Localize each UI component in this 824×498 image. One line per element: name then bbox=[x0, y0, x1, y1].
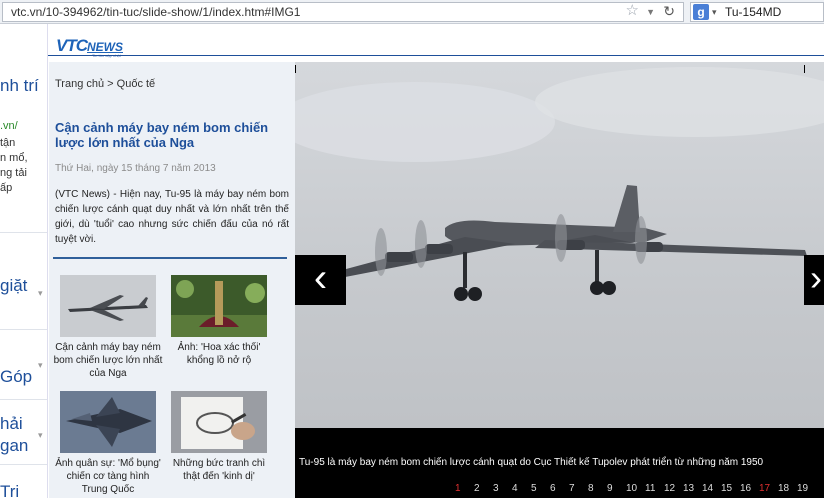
related-thumb-stealth-jet[interactable] bbox=[60, 391, 156, 453]
page-link[interactable]: 3 bbox=[493, 483, 499, 494]
page-link[interactable]: 8 bbox=[588, 483, 594, 494]
search-box[interactable]: g ▾ Tu-154MD bbox=[690, 2, 824, 22]
bookmark-star-icon[interactable]: ☆ bbox=[626, 2, 639, 20]
chevron-right-icon[interactable]: › bbox=[804, 255, 824, 305]
left-item: .vn/ bbox=[0, 120, 18, 132]
logo-news: NEWS bbox=[87, 40, 123, 54]
related-caption[interactable]: Ảnh quân sự: 'Mổ bụng' chiến cơ tàng hìn… bbox=[53, 457, 163, 496]
pagination: 1 2 3 4 5 6 7 8 9 10 11 12 13 14 15 16 17 18 19 bbox=[455, 483, 824, 497]
frame-marker bbox=[295, 65, 296, 73]
url-text: vtc.vn/10-394962/tin-tuc/slide-show/1/in… bbox=[11, 5, 301, 19]
page-link[interactable]: 10 bbox=[626, 483, 637, 494]
page-link[interactable]: 9 bbox=[607, 483, 613, 494]
engine-dropdown-icon[interactable]: ▾ bbox=[712, 3, 717, 21]
header-divider bbox=[48, 55, 824, 56]
google-icon[interactable]: g bbox=[693, 4, 709, 20]
article-panel: Trang chủ > Quốc tế Cận cảnh máy bay ném… bbox=[49, 62, 295, 498]
slide-photo[interactable] bbox=[295, 62, 824, 428]
divider bbox=[0, 232, 47, 233]
left-item: n mổ, bbox=[0, 152, 28, 164]
left-item: ng tải bbox=[0, 167, 27, 179]
left-item: tận bbox=[0, 137, 16, 149]
page-link[interactable]: 7 bbox=[569, 483, 575, 494]
left-item[interactable]: giặt bbox=[0, 276, 27, 296]
related-thumb-bomber[interactable] bbox=[60, 275, 156, 337]
divider bbox=[53, 257, 287, 259]
slideshow: ‹ › Tu-95 là máy bay ném bom chiến lược … bbox=[295, 62, 824, 498]
frame-marker bbox=[804, 65, 805, 73]
related-caption[interactable]: Những bức tranh chì thật đến 'kinh dị' bbox=[164, 457, 274, 483]
page-link[interactable]: 13 bbox=[683, 483, 694, 494]
article-date: Thứ Hai, ngày 15 tháng 7 năm 2013 bbox=[55, 163, 216, 174]
related-caption[interactable]: Cận cảnh máy bay ném bom chiến lược lớn … bbox=[53, 341, 163, 380]
page-link[interactable]: 17 bbox=[759, 483, 770, 494]
address-bar[interactable]: vtc.vn/10-394962/tin-tuc/slide-show/1/in… bbox=[2, 2, 684, 22]
left-item: ấp bbox=[0, 182, 13, 194]
page-link[interactable]: 16 bbox=[740, 483, 751, 494]
left-item[interactable]: gan bbox=[0, 436, 28, 456]
divider bbox=[0, 464, 47, 465]
page-link[interactable]: 11 bbox=[645, 483, 655, 494]
caret-icon: ▾ bbox=[38, 360, 43, 370]
related-thumb-flower[interactable] bbox=[171, 275, 267, 337]
reload-icon[interactable]: ↻ bbox=[663, 2, 675, 20]
divider bbox=[0, 329, 47, 330]
breadcrumb[interactable]: Trang chủ > Quốc tế bbox=[55, 78, 155, 90]
history-dropdown-icon[interactable]: ▼ bbox=[646, 3, 655, 21]
logo-vtc: VTC bbox=[56, 36, 88, 55]
page-link[interactable]: 12 bbox=[664, 483, 675, 494]
caret-icon: ▾ bbox=[38, 430, 43, 440]
left-item[interactable]: Góp bbox=[0, 367, 32, 387]
page-link[interactable]: 5 bbox=[531, 483, 537, 494]
page-link[interactable]: 19 bbox=[797, 483, 808, 494]
page-link[interactable]: 15 bbox=[721, 483, 732, 494]
page-link[interactable]: 4 bbox=[512, 483, 518, 494]
left-item[interactable]: nh trí bbox=[0, 76, 39, 96]
related-caption[interactable]: Ảnh: 'Hoa xác thối' khổng lồ nở rộ bbox=[164, 341, 274, 367]
chevron-left-icon[interactable]: ‹ bbox=[295, 255, 346, 305]
page-link[interactable]: 1 bbox=[455, 483, 461, 494]
left-item[interactable]: Tri bbox=[0, 482, 19, 498]
article-headline: Cận cảnh máy bay ném bom chiến lược lớn … bbox=[55, 120, 269, 150]
article-lead: (VTC News) - Hiện nay, Tu-95 là máy bay … bbox=[55, 189, 289, 245]
search-input[interactable]: Tu-154MD bbox=[725, 3, 781, 21]
divider bbox=[0, 399, 47, 400]
page-link[interactable]: 14 bbox=[702, 483, 713, 494]
browser-toolbar: vtc.vn/10-394962/tin-tuc/slide-show/1/in… bbox=[0, 0, 824, 24]
left-item[interactable]: hải bbox=[0, 414, 23, 434]
page-link[interactable]: 2 bbox=[474, 483, 480, 494]
page-link[interactable]: 18 bbox=[778, 483, 789, 494]
left-sidebar: nh trí .vn/ tận n mổ, ng tải ấp giặt ▾ G… bbox=[0, 24, 48, 498]
caret-icon: ▾ bbox=[38, 288, 43, 298]
slide-caption: Tu-95 là máy bay ném bom chiến lược cánh… bbox=[299, 457, 764, 468]
page-link[interactable]: 6 bbox=[550, 483, 556, 494]
related-thumb-pencil-drawing[interactable] bbox=[171, 391, 267, 453]
